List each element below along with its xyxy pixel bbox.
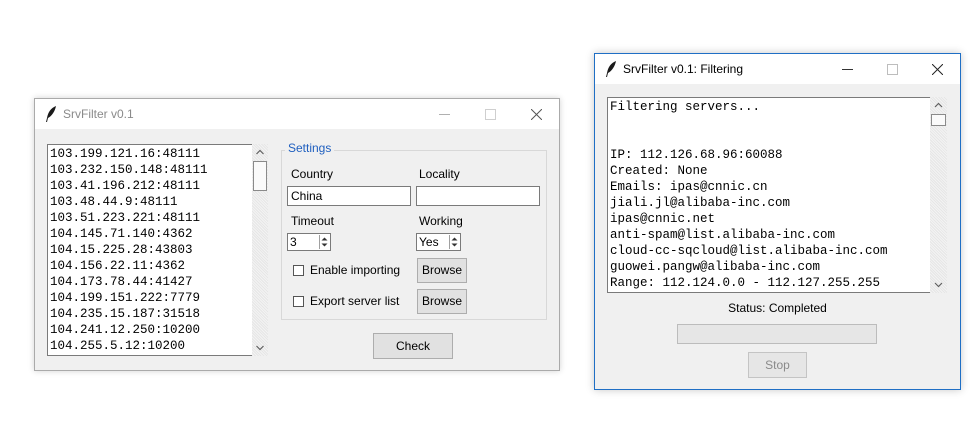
output-line: guowei.pangw@alibaba-inc.com	[610, 260, 821, 274]
spin-up-down-icon	[321, 237, 328, 247]
arrow-down-icon	[934, 282, 943, 288]
window-title: SrvFilter v0.1: Filtering	[623, 62, 744, 76]
output-line: Filtering servers...	[610, 100, 761, 114]
feather-icon	[606, 61, 616, 77]
server-list-item: 104.241.12.250:10200	[50, 323, 201, 337]
scroll-thumb[interactable]	[253, 161, 267, 191]
window-title: SrvFilter v0.1	[63, 107, 134, 121]
minimize-icon	[439, 114, 450, 115]
maximize-icon	[485, 109, 496, 120]
timeout-label: Timeout	[291, 214, 334, 228]
server-list-item: 104.173.78.44:41427	[50, 275, 193, 289]
server-list-item: 104.145.71.140:4362	[50, 227, 193, 241]
server-list-items: 103.199.121.16:48111 103.232.150.148:4811…	[50, 146, 208, 354]
country-label: Country	[291, 167, 334, 181]
export-browse-button[interactable]: Browse	[417, 289, 467, 314]
country-input[interactable]: China	[287, 186, 411, 206]
minimize-button[interactable]	[421, 99, 467, 129]
progress-bar	[677, 324, 877, 344]
close-icon	[531, 109, 542, 120]
working-spin-buttons[interactable]	[449, 235, 459, 249]
export-server-list-label: Export server list	[310, 294, 400, 308]
working-value: Yes	[419, 235, 439, 249]
minimize-icon	[842, 69, 853, 70]
locality-label: Locality	[419, 167, 460, 181]
server-list-item: 103.232.150.148:48111	[50, 163, 208, 177]
close-button[interactable]	[914, 54, 960, 84]
output-line: jiali.jl@alibaba-inc.com	[610, 196, 791, 210]
server-list-item: 104.15.225.28:43803	[50, 243, 193, 257]
server-list-scrollbar[interactable]	[252, 144, 268, 356]
close-button[interactable]	[513, 99, 559, 129]
status-text: Status: Completed	[728, 301, 827, 315]
enable-importing-checkbox[interactable]	[293, 265, 304, 276]
filter-output-text[interactable]: Filtering servers... IP: 112.126.68.96:6…	[607, 97, 931, 293]
server-list-item: 104.156.22.11:4362	[50, 259, 186, 273]
export-server-list-checkbox[interactable]	[293, 296, 304, 307]
server-list-item: 104.255.5.12:10200	[50, 339, 186, 353]
locality-input[interactable]	[416, 186, 540, 206]
scroll-down-button[interactable]	[252, 340, 268, 355]
scroll-down-button[interactable]	[930, 277, 947, 292]
arrow-up-icon	[934, 102, 943, 108]
server-list-item: 103.48.44.9:48111	[50, 195, 178, 209]
server-list-item: 104.235.15.187:31518	[50, 307, 201, 321]
output-line: Emails: ipas@cnnic.cn	[610, 180, 768, 194]
main-window: SrvFilter v0.1 103.199.121.16:48111 103.2…	[34, 98, 560, 371]
maximize-button[interactable]	[869, 54, 915, 84]
scroll-up-button[interactable]	[252, 145, 268, 160]
output-line: ipas@cnnic.net	[610, 212, 716, 226]
settings-group-label: Settings	[285, 141, 335, 155]
server-list-item: 103.199.121.16:48111	[50, 147, 201, 161]
title-bar[interactable]: SrvFilter v0.1	[35, 99, 559, 129]
feather-icon	[46, 106, 56, 122]
spin-up-down-icon	[451, 237, 458, 247]
server-list-item: 104.199.151.222:7779	[50, 291, 201, 305]
maximize-icon	[887, 64, 898, 75]
close-icon	[932, 64, 943, 75]
scroll-up-button[interactable]	[930, 98, 947, 113]
arrow-down-icon	[256, 345, 264, 351]
maximize-button[interactable]	[467, 99, 513, 129]
working-spinbox[interactable]: Yes	[416, 233, 461, 251]
server-list-item: 103.51.223.221:48111	[50, 211, 201, 225]
filter-output-scrollbar[interactable]	[930, 97, 947, 293]
server-list-item: 103.41.196.212:48111	[50, 179, 201, 193]
output-line: Created: None	[610, 164, 708, 178]
filter-output-lines: Filtering servers... IP: 112.126.68.96:6…	[610, 99, 888, 291]
minimize-button[interactable]	[824, 54, 870, 84]
enable-importing-label: Enable importing	[310, 263, 401, 277]
working-label: Working	[419, 214, 463, 228]
import-browse-button[interactable]: Browse	[417, 258, 467, 283]
scroll-thumb[interactable]	[931, 114, 946, 126]
timeout-value: 3	[290, 235, 297, 249]
timeout-spinbox[interactable]: 3	[287, 233, 331, 251]
output-line: IP: 112.126.68.96:60088	[610, 148, 783, 162]
arrow-up-icon	[256, 149, 264, 155]
filtering-window: SrvFilter v0.1: Filtering Filtering serv…	[594, 53, 961, 390]
title-bar[interactable]: SrvFilter v0.1: Filtering	[595, 54, 960, 84]
output-line: cloud-cc-sqcloud@list.alibaba-inc.com	[610, 244, 888, 258]
server-list[interactable]: 103.199.121.16:48111 103.232.150.148:4811…	[47, 144, 253, 356]
check-button[interactable]: Check	[373, 333, 453, 359]
timeout-spin-buttons[interactable]	[319, 235, 329, 249]
stop-button[interactable]: Stop	[748, 352, 807, 378]
output-line: anti-spam@list.alibaba-inc.com	[610, 228, 836, 242]
output-line: Range: 112.124.0.0 - 112.127.255.255	[610, 276, 881, 290]
